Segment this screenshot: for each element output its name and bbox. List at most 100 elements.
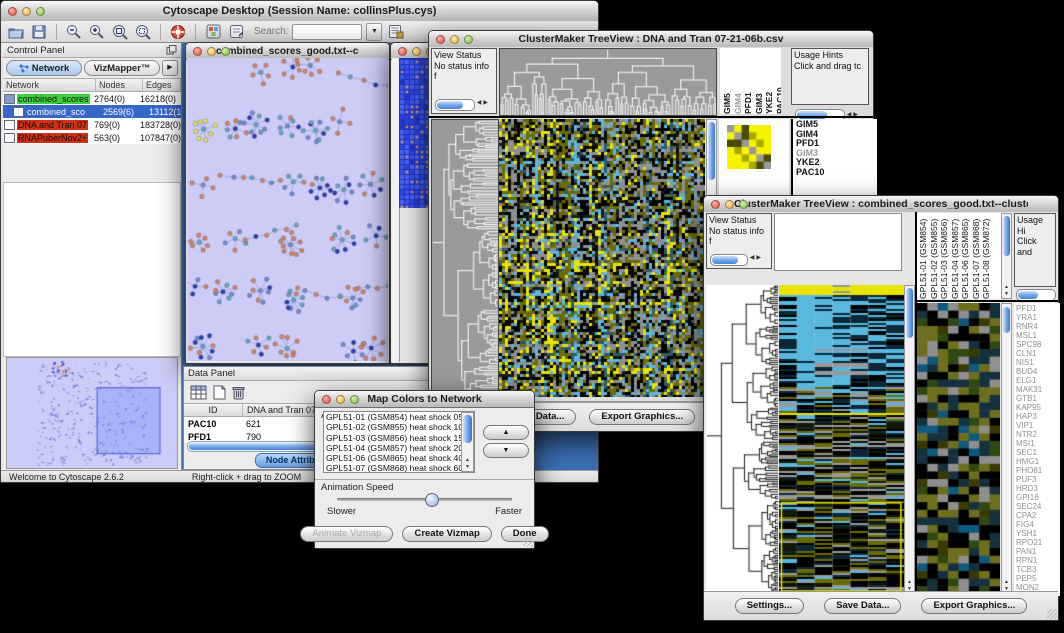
minimize-button[interactable] [207, 47, 216, 56]
zoom-button[interactable] [350, 395, 359, 404]
attribute-list-item[interactable]: GPL51-04 (GSM857) heat shock 20 min [326, 443, 474, 453]
network-overview-canvas[interactable] [7, 358, 177, 468]
col-header-nodes[interactable]: Nodes [96, 79, 143, 91]
index-icon[interactable] [387, 23, 405, 41]
scroll-arrows-icon[interactable]: ▲▼ [462, 457, 473, 471]
delete-attribute-icon[interactable] [232, 385, 245, 400]
main-titlebar[interactable]: Cytoscape Desktop (Session Name: collins… [1, 1, 598, 22]
treeview2-titlebar[interactable]: ClusterMaker TreeView : combined_scores_… [704, 196, 1058, 213]
open-folder-icon[interactable] [7, 23, 25, 41]
scroll-arrows-icon[interactable]: ▲▼ [1002, 284, 1011, 298]
tv1-status-scrollbar[interactable]: ◀▶ [435, 99, 475, 111]
create-vizmap-button[interactable]: Create Vizmap [402, 526, 491, 542]
new-attribute-icon[interactable] [213, 385, 226, 400]
attribute-list-item[interactable]: GPL51-06 (GSM865) heat shock 40 min [326, 453, 474, 463]
col-header-id[interactable]: ID [184, 404, 243, 416]
gene-label: SPC98 [1016, 340, 1058, 349]
tv2-gene-list[interactable]: PFD1YRA1RNR4MSL1SPC98CLN1NIS1BUD4ELG1MAK… [1014, 303, 1060, 596]
treeview-button[interactable]: Export Graphics... [589, 409, 695, 425]
float-panel-icon[interactable] [166, 45, 177, 55]
scroll-arrows-icon[interactable]: ◀▶ [750, 253, 763, 264]
col-header-edges[interactable]: Edges [143, 79, 181, 91]
animate-vizmap-button[interactable]: Animate Vizmap [300, 526, 393, 542]
tab-network[interactable]: Network [6, 60, 82, 76]
animation-speed-slider[interactable] [337, 498, 512, 501]
network-row[interactable]: RNAPuberNov2+ 563(0) 107847(0) [3, 131, 181, 144]
close-button[interactable] [436, 35, 445, 44]
tv2-column-labels[interactable]: GPL51-01 (GSM854)GPL51-02 (GSM855)GPL51-… [917, 213, 1002, 299]
desktop: Cytoscape Desktop (Session Name: collins… [0, 0, 1064, 633]
network-table-header[interactable]: Network Nodes Edges [3, 79, 181, 92]
tab-overflow-button[interactable]: ▶ [162, 60, 178, 76]
vizmapper-icon[interactable] [204, 23, 222, 41]
minimize-button[interactable] [22, 7, 31, 16]
close-button[interactable] [322, 395, 331, 404]
close-button[interactable] [711, 200, 720, 209]
minimize-button[interactable] [336, 395, 345, 404]
zoom-out-icon[interactable] [65, 23, 83, 41]
attribute-list-item[interactable]: GPL51-01 (GSM854) heat shock 05 min [326, 412, 474, 422]
column-label: GPL51-02 (GSM855) [930, 213, 940, 299]
scroll-arrows-icon[interactable]: ◀▶ [477, 98, 490, 109]
treeview1-titlebar[interactable]: ClusterMaker TreeView : DNA and Tran 07-… [429, 31, 873, 48]
treeview-button[interactable]: Export Graphics... [921, 598, 1027, 614]
zoom-button[interactable] [36, 7, 45, 16]
treeview-button[interactable]: Save Data... [824, 598, 901, 614]
close-button[interactable] [398, 47, 407, 56]
gene-label: YSH1 [1016, 529, 1058, 538]
col-header-network[interactable]: Network [3, 79, 96, 91]
tv2-heatmap-vscrollbar[interactable]: ▲▼ [904, 285, 915, 594]
minimize-button[interactable] [450, 35, 459, 44]
tv2-row-dendrogram[interactable] [706, 285, 778, 594]
tv1-heatmap[interactable] [499, 119, 705, 397]
move-down-button[interactable]: ▼ [483, 443, 529, 458]
search-dropdown-icon[interactable]: ▼ [366, 23, 382, 41]
network-nodes-count: 2569(6) [100, 107, 146, 117]
zoom-selected-icon[interactable] [134, 23, 152, 41]
zoom-button[interactable] [221, 47, 230, 56]
zoom-button[interactable] [464, 35, 473, 44]
tv2-column-tree-area [774, 213, 902, 271]
attribute-table-icon[interactable] [190, 385, 207, 400]
save-icon[interactable] [30, 23, 48, 41]
help-lifering-icon[interactable] [169, 23, 187, 41]
attribute-list[interactable]: GPL51-01 (GSM854) heat shock 05 minGPL51… [323, 411, 475, 473]
minimize-button[interactable] [412, 47, 421, 56]
search-input[interactable] [292, 24, 362, 40]
tv1-column-dendrogram[interactable] [499, 48, 717, 116]
treeview-button[interactable]: Settings... [735, 598, 804, 614]
tv2-zoom-heatmap[interactable] [917, 303, 1000, 594]
minimize-button[interactable] [725, 200, 734, 209]
attribute-list-item[interactable]: GPL51-02 (GSM855) heat shock 10 min [326, 422, 474, 432]
tv1-yellow-matrix[interactable] [727, 125, 771, 169]
network-tab-icon [19, 64, 29, 73]
attribute-list-item[interactable]: GPL51-03 (GSM856) heat shock 15 min [326, 433, 474, 443]
zoom-fit-icon[interactable] [111, 23, 129, 41]
network-view-canvas[interactable] [187, 58, 388, 361]
map-dialog-titlebar[interactable]: Map Colors to Network [315, 391, 534, 408]
annotation-icon[interactable] [227, 23, 245, 41]
attribute-list-scrollbar[interactable]: ▲▼ [461, 412, 474, 472]
zoom-in-icon[interactable] [88, 23, 106, 41]
gene-label: RPN1 [1016, 556, 1058, 565]
zoom-button[interactable] [739, 200, 748, 209]
close-button[interactable] [193, 47, 202, 56]
close-button[interactable] [8, 7, 17, 16]
tv1-row-dendrogram[interactable] [431, 119, 499, 399]
attribute-list-item[interactable]: GPL51-07 (GSM868) heat shock 60 min [326, 463, 474, 473]
tv2-labels-vscrollbar[interactable]: ▲▼ [1001, 213, 1012, 299]
tab-vizmapper[interactable]: VizMapper™ [84, 60, 160, 76]
network-row[interactable]: combined_scores 2764(0) 16218(0) [3, 92, 181, 105]
move-up-button[interactable]: ▲ [483, 425, 529, 440]
slider-thumb[interactable] [425, 493, 439, 507]
network-row[interactable]: DNA and Tran 07 769(0) 183728(0) [3, 118, 181, 131]
tv1-column-labels[interactable]: GIM5GIM4PFD1GIM3YKE2PAC10 [720, 48, 781, 114]
resize-grip[interactable] [1047, 609, 1057, 619]
network-row[interactable]: combined_sco 2569(6) 13112(15) [3, 105, 181, 118]
column-label: GPL51-08 (GSM872) [982, 213, 992, 299]
tv2-heatmap[interactable] [779, 285, 904, 594]
resize-grip[interactable] [523, 537, 533, 547]
tv2-status-scrollbar[interactable]: ◀▶ [710, 254, 748, 266]
tv2-genelist-vscrollbar[interactable]: ▲▼ [1001, 303, 1012, 594]
network-overview-panel[interactable] [6, 357, 178, 469]
